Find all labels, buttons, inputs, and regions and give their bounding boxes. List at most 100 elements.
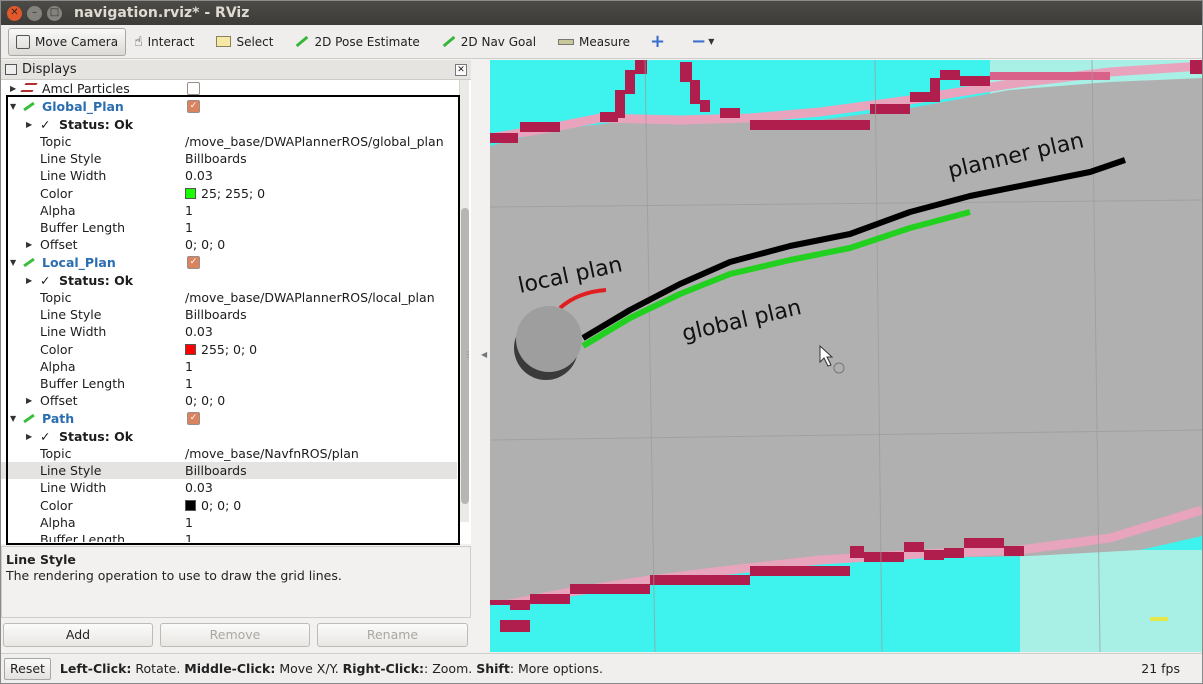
property-value-text: Billboards <box>185 463 247 479</box>
property-row[interactable]: Topic/move_base/NavfnROS/plan <box>1 445 457 462</box>
property-row[interactable]: Line Width 0.03 <box>1 323 457 340</box>
close-icon[interactable]: ✕ <box>455 63 467 76</box>
property-row[interactable]: Line Width 0.03 <box>1 167 457 184</box>
property-value[interactable]: 1 <box>185 515 193 530</box>
property-value-text: 25; 255; 0 <box>201 185 266 201</box>
tree-row-status[interactable]: ▶ ✓ Status: Ok <box>1 428 457 445</box>
chevron-right-icon[interactable]: ▶ <box>10 84 18 93</box>
tree-row-amcl[interactable]: ▶ Amcl Particles <box>1 80 457 97</box>
chevron-right-icon[interactable]: ▶ <box>26 276 34 285</box>
enable-checkbox-amcl[interactable] <box>187 82 200 95</box>
green-arrow-icon <box>296 35 309 48</box>
panel-splitter[interactable]: ◀ ⋮ <box>464 60 490 652</box>
enable-checkbox-path[interactable]: ✓ <box>187 412 200 425</box>
property-value[interactable]: Billboards <box>185 307 247 322</box>
splitter-grip-icon[interactable]: ⋮ <box>464 350 472 359</box>
property-row[interactable]: Buffer Length 1 <box>1 219 457 236</box>
property-value[interactable]: /move_base/DWAPlannerROS/global_plan <box>185 134 444 149</box>
property-row[interactable]: Alpha 1 <box>1 202 457 219</box>
tree-row-local-plan[interactable]: ▼ Local_Plan ✓ <box>1 254 457 271</box>
property-value[interactable]: 0; 0; 0 <box>185 393 225 408</box>
color-swatch[interactable] <box>185 343 196 355</box>
property-row[interactable]: ▶ Offset 0; 0; 0 <box>1 392 457 409</box>
property-row[interactable]: Buffer Length 1 <box>1 531 457 542</box>
status-label: Status: Ok <box>59 117 134 132</box>
displays-tree: ▶ Amcl Particles ▼ Global_Plan ✓ ▶ ✓ Sta… <box>1 80 471 542</box>
displays-scrollbar[interactable] <box>459 80 469 522</box>
property-row[interactable]: Alpha 1 <box>1 358 457 375</box>
add-tool-button[interactable]: + <box>644 28 671 56</box>
property-row[interactable]: Color 25; 255; 0 <box>1 185 457 202</box>
minimize-window-icon[interactable]: – <box>27 5 42 21</box>
property-value[interactable]: 255; 0; 0 <box>185 342 257 357</box>
property-value[interactable]: 0; 0; 0 <box>185 498 241 513</box>
add-button[interactable]: Add <box>3 623 153 647</box>
3d-render-view[interactable]: planner plan local plan global plan <box>490 60 1202 652</box>
enable-checkbox-local-plan[interactable]: ✓ <box>187 256 200 269</box>
pose-estimate-tool[interactable]: 2D Pose Estimate <box>289 28 425 56</box>
property-value[interactable]: /move_base/DWAPlannerROS/local_plan <box>185 290 435 305</box>
property-row[interactable]: Alpha 1 <box>1 514 457 531</box>
reset-button[interactable]: Reset <box>4 657 51 680</box>
property-value[interactable]: 0.03 <box>185 480 213 495</box>
enable-checkbox-global-plan[interactable]: ✓ <box>187 100 200 113</box>
interact-tool[interactable]: ☝ Interact <box>128 28 200 56</box>
property-value[interactable]: 1 <box>185 376 193 391</box>
property-label: Offset <box>40 393 78 409</box>
map-canvas[interactable]: planner plan local plan global plan <box>490 60 1202 652</box>
rename-button[interactable]: Rename <box>317 623 468 647</box>
property-row[interactable]: Line Style Billboards <box>1 306 457 323</box>
property-value[interactable]: Billboards <box>185 463 247 478</box>
property-value[interactable]: 0.03 <box>185 168 213 183</box>
tree-row-global-plan[interactable]: ▼ Global_Plan ✓ <box>1 98 457 115</box>
measure-tool[interactable]: Measure <box>552 28 636 56</box>
property-row[interactable]: Topic/move_base/DWAPlannerROS/local_plan <box>1 289 457 306</box>
chevron-right-icon[interactable]: ▶ <box>26 120 34 129</box>
property-value[interactable]: 0.03 <box>185 324 213 339</box>
collapse-left-icon[interactable]: ◀ <box>481 350 487 359</box>
property-row[interactable]: Line Style Billboards <box>1 150 457 167</box>
tree-row-status[interactable]: ▶ ✓ Status: Ok <box>1 116 457 133</box>
color-swatch[interactable] <box>185 187 196 199</box>
property-value[interactable]: 1 <box>185 532 193 542</box>
property-value-text: 1 <box>185 514 193 530</box>
remove-button[interactable]: Remove <box>160 623 310 647</box>
measure-label: Measure <box>579 34 631 49</box>
chevron-right-icon[interactable]: ▶ <box>26 240 34 249</box>
property-value[interactable]: Billboards <box>185 151 247 166</box>
chevron-right-icon[interactable]: ▶ <box>26 396 34 405</box>
color-swatch[interactable] <box>185 499 196 511</box>
property-row[interactable]: Topic/move_base/DWAPlannerROS/global_pla… <box>1 133 457 150</box>
property-value[interactable]: 1 <box>185 359 193 374</box>
hint-text: : Zoom. <box>424 661 477 676</box>
select-tool[interactable]: Select <box>210 28 279 56</box>
property-value[interactable]: /move_base/NavfnROS/plan <box>185 446 359 461</box>
property-value[interactable]: 25; 255; 0 <box>185 186 265 201</box>
property-row[interactable]: Color 255; 0; 0 <box>1 341 457 358</box>
close-window-icon[interactable]: ✕ <box>7 5 22 21</box>
monitor-icon <box>5 64 17 75</box>
chevron-down-icon[interactable]: ▼ <box>10 258 18 267</box>
property-value[interactable]: 1 <box>185 220 193 235</box>
description-text: The rendering operation to use to draw t… <box>6 568 342 583</box>
property-row[interactable]: Color 0; 0; 0 <box>1 497 457 514</box>
tree-row-status[interactable]: ▶ ✓ Status: Ok <box>1 272 457 289</box>
property-row[interactable]: Buffer Length 1 <box>1 375 457 392</box>
property-value[interactable]: 1 <box>185 203 193 218</box>
maximize-window-icon[interactable]: □ <box>47 5 62 21</box>
property-row[interactable]: ▶ Offset 0; 0; 0 <box>1 236 457 253</box>
remove-tool-button[interactable]: − ▼ <box>685 28 720 56</box>
chevron-down-icon[interactable]: ▼ <box>10 414 18 423</box>
chevron-down-icon[interactable]: ▼ <box>10 102 18 111</box>
mouse-hint: Left-Click: Rotate. Middle-Click: Move X… <box>60 661 603 676</box>
property-value[interactable]: 0; 0; 0 <box>185 237 225 252</box>
property-row[interactable]: Line Width 0.03 <box>1 479 457 496</box>
move-camera-tool[interactable]: Move Camera <box>8 27 127 56</box>
property-row[interactable]: Line Style Billboards <box>1 462 457 480</box>
property-value-text: 1 <box>185 220 193 235</box>
display-name-global-plan: Global_Plan <box>42 99 124 114</box>
chevron-right-icon[interactable]: ▶ <box>26 432 34 441</box>
tree-row-path[interactable]: ▼ Path ✓ <box>1 410 457 427</box>
nav-goal-tool[interactable]: 2D Nav Goal <box>436 28 542 56</box>
window-title: navigation.rviz* - RViz <box>74 5 250 21</box>
